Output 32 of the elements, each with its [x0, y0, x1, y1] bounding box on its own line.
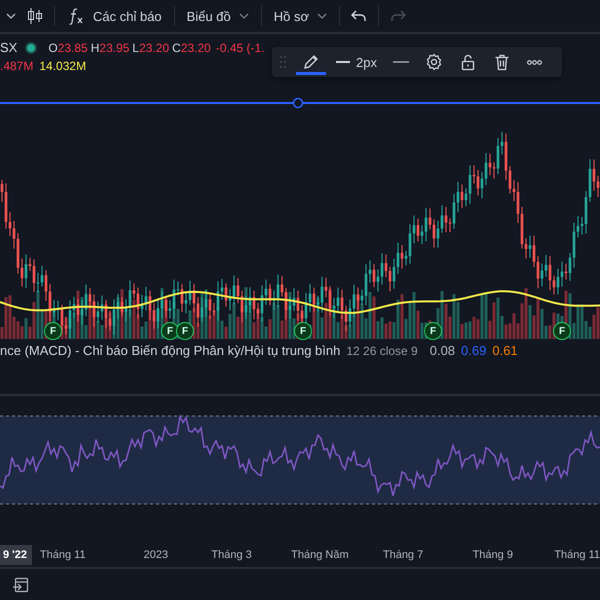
event-marker[interactable]: F	[424, 322, 442, 340]
ohlc-label: H	[90, 40, 100, 54]
price-change: -0.45 (-1.	[216, 40, 265, 54]
event-marker[interactable]: F	[294, 322, 312, 340]
time-axis-label: 2023	[144, 549, 170, 561]
time-axis-label: Tháng 3	[211, 549, 253, 561]
time-axis-label: Tháng Năm	[291, 549, 350, 561]
time-axis-label: Tháng 7	[382, 549, 424, 561]
menu-button[interactable]: Hồ sơ	[272, 4, 330, 28]
event-marker[interactable]: F	[44, 322, 62, 340]
ohlc-value: 23.20	[139, 40, 170, 54]
volume-value: .487M	[0, 59, 34, 73]
volume-value: 14.032M	[39, 59, 86, 73]
indicator-value: 0.69	[461, 343, 486, 358]
time-axis-label: Tháng 11	[38, 549, 87, 561]
indicator-value: 0.08	[430, 343, 456, 358]
line-width-button[interactable]: 2px	[330, 50, 383, 74]
ohlc-value: 23.20	[180, 40, 211, 54]
time-axis-label: 9 '22	[0, 545, 32, 565]
menu-button[interactable]: Biểu đồ	[184, 4, 251, 28]
ohlc-value: 23.95	[99, 40, 130, 54]
indicator-params: 12 26 close 9	[346, 344, 418, 358]
time-axis-label: Tháng 11	[554, 549, 600, 561]
ohlc-label: L	[132, 40, 140, 54]
indicator-title: nce (MACD) - Chỉ báo Biến động Phân kỳ/Hội tụ trung bình	[0, 343, 340, 358]
time-axis-label: Tháng 9	[472, 549, 514, 561]
ohlc-label: O	[48, 40, 58, 54]
ohlc-value: 23.85	[58, 40, 88, 54]
indicators-button[interactable]: Các chỉ báo	[65, 3, 164, 29]
symbol-label: SX	[0, 40, 18, 55]
ohlc-label: C	[172, 40, 181, 54]
indicator-value: 0.61	[492, 343, 518, 358]
